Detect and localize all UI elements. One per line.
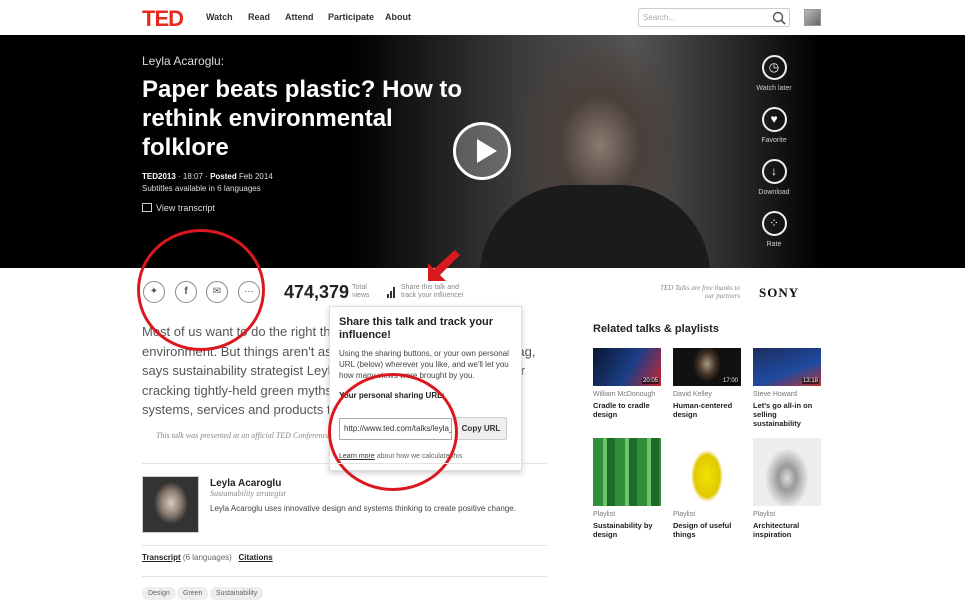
speaker-thumbnail[interactable] [142,476,199,533]
related-thumbnail-3[interactable]: 13:18 [753,348,821,386]
transcript-icon [142,203,152,212]
related-title-3[interactable]: Let's go all-in on selling sustainabilit… [753,401,823,428]
view-transcript-link[interactable]: View transcript [142,203,215,213]
talk-meta: TED2013 · 18:07 · Posted Feb 2014 [142,172,273,181]
related-meta-5: Playlist [673,511,696,518]
hero-speaker-name: Leyla Acaroglu: [142,54,225,68]
related-meta-2: David Kelley [673,391,712,398]
divider [142,463,547,464]
clock-icon: ◷ [761,55,787,80]
view-transcript-label: View transcript [156,203,215,213]
share-stats-icon[interactable] [387,286,397,298]
play-button[interactable] [453,122,511,180]
related-title-6[interactable]: Architectural inspiration [753,521,823,539]
view-count: 474,379 [284,282,350,302]
duration-badge: 13:18 [801,378,819,384]
annotation-arrow [428,250,460,281]
transcript-row: Transcript (6 languages) Citations [142,553,273,562]
citations-link[interactable]: Citations [239,553,273,562]
sony-logo[interactable]: SONY [759,285,799,301]
duration: · 18:07 · [178,172,208,181]
user-avatar[interactable] [804,9,821,26]
annotation-circle-url [328,373,458,491]
ted-logo[interactable]: TED [142,6,184,32]
subtitles-info: Subtitles available in 6 languages [142,184,261,193]
posted-label: Posted [210,172,237,181]
nav-participate[interactable]: Participate [328,12,374,22]
download-button[interactable]: ↓ Download [744,159,804,196]
search-icon[interactable] [772,11,786,25]
favorite-label: Favorite [761,137,787,144]
transcript-languages: (6 languages) [182,553,232,562]
divider [142,545,547,546]
talk-title: Paper beats plastic? How to rethink envi… [142,76,463,161]
rate-label: Rate [766,241,782,248]
speaker-role: Sustainability strategist [210,489,286,498]
related-meta-3: Steve Howard [753,391,797,398]
related-meta-1: William McDonough [593,391,656,398]
download-label: Download [758,189,790,196]
nav-about[interactable]: About [385,12,411,22]
related-meta-6: Playlist [753,511,776,518]
related-thumbnail-5[interactable] [673,438,741,506]
duration-badge: 17:00 [721,378,739,384]
search-input[interactable]: Search... [638,8,790,27]
view-count-label: Total views [352,284,370,299]
search-placeholder: Search... [643,13,676,22]
related-title-2[interactable]: Human-centered design [673,401,743,419]
nav-watch[interactable]: Watch [206,12,233,22]
transcript-link[interactable]: Transcript [142,553,181,562]
top-nav: TED Watch Read Attend Participate About … [0,0,965,35]
copy-url-button[interactable]: Copy URL [455,417,507,440]
related-heading: Related talks & playlists [593,323,719,335]
event-name[interactable]: TED2013 [142,172,176,181]
duration-badge: 20:05 [641,378,659,384]
divider [142,576,547,577]
speaker-bio: Leyla Acaroglu uses innovative design an… [210,504,516,513]
download-icon: ↓ [761,159,787,184]
related-title-4[interactable]: Sustainability by design [593,521,663,539]
posted-date: Feb 2014 [238,172,273,181]
dots-icon: ⁘ [761,211,787,236]
popover-body: Using the sharing buttons, or your own p… [339,349,509,380]
nav-attend[interactable]: Attend [285,12,314,22]
annotation-circle-social [137,229,265,351]
related-meta-4: Playlist [593,511,616,518]
popover-title: Share this talk and track your influence… [339,316,494,341]
related-thumbnail-1[interactable]: 20:05 [593,348,661,386]
tag-sustainability[interactable]: Sustainability [210,587,264,600]
related-title-5[interactable]: Design of useful things [673,521,743,539]
related-title-1[interactable]: Cradle to cradle design [593,401,663,419]
tag-green[interactable]: Green [177,587,209,600]
nav-read[interactable]: Read [248,12,270,22]
related-thumbnail-4[interactable] [593,438,661,506]
favorite-button[interactable]: ♥ Favorite [744,107,804,144]
related-thumbnail-2[interactable]: 17:00 [673,348,741,386]
rate-button[interactable]: ⁘ Rate [744,211,804,248]
tag-design[interactable]: Design [142,587,176,600]
related-thumbnail-6[interactable] [753,438,821,506]
heart-icon: ♥ [761,107,787,132]
speaker-name[interactable]: Leyla Acaroglu [210,478,281,489]
sponsor-text: TED Talks are free thanks to our partner… [660,284,740,300]
watch-later-label: Watch later [756,85,792,92]
watch-later-button[interactable]: ◷ Watch later [744,55,804,92]
